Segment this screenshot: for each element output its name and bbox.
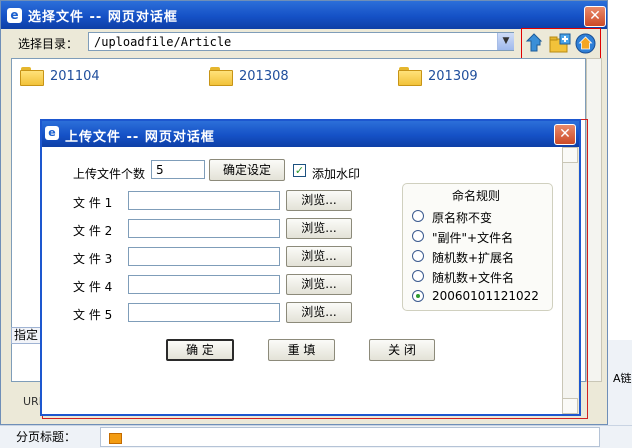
scroll-up-button[interactable] [562, 147, 578, 163]
folder-icon [20, 66, 44, 86]
specify-tab[interactable]: 指定 [11, 327, 41, 344]
naming-rule-radio[interactable] [412, 270, 424, 282]
browse-button[interactable]: 浏览... [286, 302, 352, 323]
browse-button[interactable]: 浏览... [286, 274, 352, 295]
naming-rule-label: 原名称不变 [432, 211, 493, 225]
upload-file-title: 上传文件 -- 网页对话框 [65, 130, 215, 145]
ie-icon: e [45, 126, 59, 140]
naming-rule-label: 随机数+扩展名 [432, 251, 515, 265]
browse-button[interactable]: 浏览... [286, 218, 352, 239]
file-path-input[interactable] [128, 303, 280, 322]
folder-item[interactable]: 201309 [398, 66, 478, 86]
new-folder-icon[interactable] [549, 33, 571, 53]
watermark-label: 添加水印 [312, 167, 361, 181]
file-list-scrollbar[interactable] [586, 58, 602, 382]
directory-select-value: /uploadfile/Article [94, 35, 232, 49]
folder-item[interactable]: 201308 [209, 66, 289, 86]
naming-rule-radio-selected[interactable] [412, 290, 424, 302]
folder-icon [398, 66, 422, 86]
watermark-checkbox[interactable]: ✓ [293, 164, 306, 177]
scroll-down-button[interactable] [562, 398, 578, 414]
background-link-label: A链 [613, 372, 632, 385]
file-path-input[interactable] [128, 191, 280, 210]
file-row-label: 文 件 3 [73, 252, 113, 266]
file-path-input[interactable] [128, 275, 280, 294]
file-path-input[interactable] [128, 247, 280, 266]
close-icon[interactable]: ✕ [554, 124, 576, 145]
file-count-value: 5 [156, 163, 164, 177]
close-button[interactable]: 关 闭 [369, 339, 435, 361]
folder-icon [209, 66, 233, 86]
naming-rule-radio[interactable] [412, 210, 424, 222]
reset-button[interactable]: 重 填 [268, 339, 335, 361]
file-row-label: 文 件 2 [73, 224, 113, 238]
page-break-icon[interactable] [109, 433, 122, 444]
folder-name: 201104 [50, 68, 100, 84]
close-icon[interactable]: ✕ [584, 6, 606, 27]
ok-button[interactable]: 确 定 [166, 339, 234, 361]
naming-rule-radio[interactable] [412, 230, 424, 242]
browse-button[interactable]: 浏览... [286, 190, 352, 211]
ie-icon: e [7, 8, 22, 23]
file-row-label: 文 件 5 [73, 308, 113, 322]
file-row-label: 文 件 4 [73, 280, 113, 294]
file-count-label: 上传文件个数 [73, 167, 146, 181]
browse-button[interactable]: 浏览... [286, 246, 352, 267]
page-subtitle-input[interactable] [100, 427, 600, 447]
select-file-title: 选择文件 -- 网页对话框 [28, 10, 178, 25]
page-subtitle-label: 分页标题： [16, 430, 77, 444]
folder-item[interactable]: 201104 [20, 66, 100, 86]
naming-rule-radio[interactable] [412, 250, 424, 262]
up-folder-icon[interactable] [524, 33, 544, 53]
directory-label: 选择目录： [18, 37, 79, 51]
naming-rule-label: 随机数+文件名 [432, 271, 515, 285]
home-icon[interactable] [575, 33, 596, 54]
file-path-input[interactable] [128, 219, 280, 238]
upload-form-scrollbar[interactable] [562, 147, 578, 414]
folder-name: 201308 [239, 68, 289, 84]
chevron-down-icon[interactable]: ▼ [497, 33, 514, 50]
file-row-label: 文 件 1 [73, 196, 113, 210]
naming-rules-title: 命名规则 [452, 189, 501, 203]
naming-rule-label: "副件"+文件名 [432, 231, 514, 245]
folder-name: 201309 [428, 68, 478, 84]
confirm-setting-button[interactable]: 确定设定 [209, 159, 285, 181]
naming-rule-label: 20060101121022 [432, 289, 539, 303]
